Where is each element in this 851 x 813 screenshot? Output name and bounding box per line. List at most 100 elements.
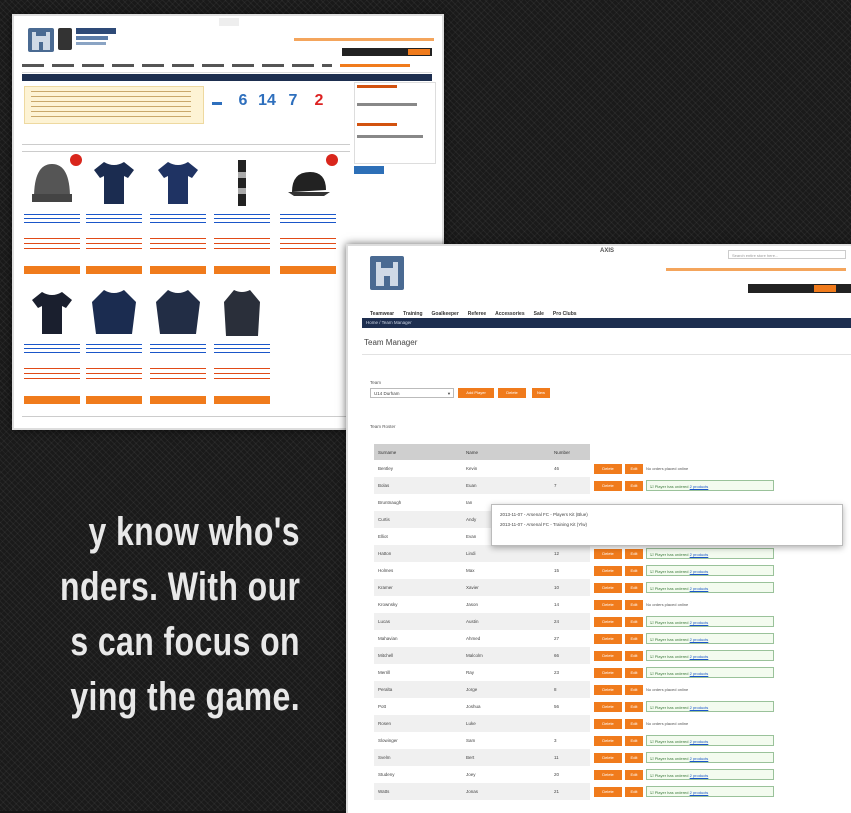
edit-player-button[interactable]: Edit — [625, 752, 643, 763]
delete-player-button[interactable]: Delete — [594, 769, 622, 780]
checkout-button[interactable] — [814, 285, 836, 292]
product-card[interactable] — [150, 288, 206, 408]
products-link[interactable]: 2 products — [690, 790, 709, 795]
edit-player-button[interactable]: Edit — [625, 786, 643, 797]
column-header[interactable]: Surname — [374, 444, 462, 460]
add-to-bag-button[interactable] — [214, 396, 270, 404]
edit-player-button[interactable]: Edit — [625, 633, 643, 644]
product-card[interactable] — [24, 154, 82, 278]
product-card[interactable] — [214, 158, 270, 278]
product-title[interactable] — [86, 344, 142, 354]
products-link[interactable]: 2 products — [690, 756, 709, 761]
toolbar[interactable] — [22, 416, 350, 423]
account-links[interactable] — [294, 38, 434, 41]
edit-player-button[interactable]: Edit — [625, 548, 643, 559]
products-link[interactable]: 2 products — [690, 620, 709, 625]
order-entry[interactable]: 2013-11-07 - Arsenal FC - Players Kit (B… — [492, 505, 842, 520]
products-link[interactable]: 2 products — [690, 637, 709, 642]
add-to-bag-button[interactable] — [150, 396, 206, 404]
edit-player-button[interactable]: Edit — [625, 667, 643, 678]
product-card[interactable] — [86, 288, 142, 408]
main-nav[interactable] — [22, 62, 432, 73]
column-header[interactable]: Name — [462, 444, 550, 460]
delete-player-button[interactable]: Delete — [594, 616, 622, 627]
edit-player-button[interactable]: Edit — [625, 650, 643, 661]
delete-player-button[interactable]: Delete — [594, 633, 622, 644]
delete-player-button[interactable]: Delete — [594, 752, 622, 763]
nav-link[interactable]: Accessories — [495, 311, 524, 317]
nav-link[interactable]: Training — [403, 311, 422, 317]
sidebar-button[interactable] — [354, 166, 384, 174]
team-select[interactable]: U14 Durham ▼ — [370, 388, 454, 398]
add-to-bag-button[interactable] — [280, 266, 336, 274]
edit-player-button[interactable]: Edit — [625, 769, 643, 780]
delete-player-button[interactable]: Delete — [594, 786, 622, 797]
product-title[interactable] — [280, 214, 336, 224]
edit-player-button[interactable]: Edit — [625, 735, 643, 746]
delete-player-button[interactable]: Delete — [594, 650, 622, 661]
add-to-bag-button[interactable] — [24, 266, 80, 274]
delete-player-button[interactable]: Delete — [594, 667, 622, 678]
nav-link[interactable]: Sale — [534, 311, 544, 317]
edit-player-button[interactable]: Edit — [625, 616, 643, 627]
delete-player-button[interactable]: Delete — [594, 701, 622, 712]
product-title[interactable] — [150, 344, 206, 354]
add-player-button[interactable]: Add Player — [458, 388, 494, 398]
nav-link[interactable]: Teamwear — [370, 311, 394, 317]
delete-player-button[interactable]: Delete — [594, 684, 622, 695]
delete-player-button[interactable]: Delete — [594, 718, 622, 729]
edit-player-button[interactable]: Edit — [625, 701, 643, 712]
add-to-bag-button[interactable] — [214, 266, 270, 274]
account-links[interactable] — [666, 268, 846, 271]
edit-player-button[interactable]: Edit — [625, 582, 643, 593]
edit-player-button[interactable]: Edit — [625, 684, 643, 695]
product-card[interactable] — [280, 154, 338, 278]
product-title[interactable] — [24, 214, 80, 224]
add-to-bag-button[interactable] — [86, 396, 142, 404]
add-to-bag-button[interactable] — [150, 266, 206, 274]
delete-player-button[interactable]: Delete — [594, 480, 622, 491]
edit-player-button[interactable]: Edit — [625, 565, 643, 576]
product-title[interactable] — [24, 344, 80, 354]
products-link[interactable]: 2 products — [690, 773, 709, 778]
product-card[interactable] — [86, 158, 142, 278]
edit-player-button[interactable]: Edit — [625, 480, 643, 491]
product-title[interactable] — [150, 214, 206, 224]
product-title[interactable] — [214, 214, 270, 224]
edit-player-button[interactable]: Edit — [625, 718, 643, 729]
delete-player-button[interactable]: Delete — [594, 463, 622, 474]
product-title[interactable] — [86, 214, 142, 224]
products-link[interactable]: 2 products — [690, 654, 709, 659]
product-card[interactable] — [150, 158, 206, 278]
nav-links[interactable] — [22, 64, 332, 67]
nav-link[interactable]: Goalkeeper — [432, 311, 459, 317]
promo-link[interactable] — [340, 64, 410, 67]
products-link[interactable]: 2 products — [690, 739, 709, 744]
delete-player-button[interactable]: Delete — [594, 548, 622, 559]
column-header[interactable]: Number — [550, 444, 590, 460]
new-team-button[interactable]: New — [532, 388, 550, 398]
edit-player-button[interactable]: Edit — [625, 599, 643, 610]
products-link[interactable]: 2 products — [690, 586, 709, 591]
products-link[interactable]: 2 products — [690, 552, 709, 557]
add-to-bag-button[interactable] — [86, 266, 142, 274]
cart-bar[interactable] — [342, 48, 432, 56]
delete-player-button[interactable]: Delete — [594, 735, 622, 746]
product-card[interactable] — [24, 288, 80, 408]
delete-team-button[interactable]: Delete — [498, 388, 526, 398]
edit-player-button[interactable]: Edit — [625, 463, 643, 474]
cart-bar[interactable] — [748, 284, 851, 293]
toolbar[interactable] — [22, 144, 350, 152]
delete-player-button[interactable]: Delete — [594, 599, 622, 610]
breadcrumb[interactable]: Home / Team Manager — [366, 320, 412, 325]
products-link[interactable]: 2 products — [690, 705, 709, 710]
search-input[interactable]: Search entire store here... — [728, 250, 846, 259]
products-link[interactable]: 2 products — [690, 484, 709, 489]
product-card[interactable] — [214, 288, 270, 408]
checkout-button[interactable] — [408, 49, 430, 55]
order-entry[interactable]: 2013-11-07 - Arsenal FC - Training Kit (… — [492, 520, 842, 530]
add-to-bag-button[interactable] — [24, 396, 80, 404]
delete-player-button[interactable]: Delete — [594, 565, 622, 576]
delete-player-button[interactable]: Delete — [594, 582, 622, 593]
nav-link[interactable]: Pro Clubs — [553, 311, 577, 317]
